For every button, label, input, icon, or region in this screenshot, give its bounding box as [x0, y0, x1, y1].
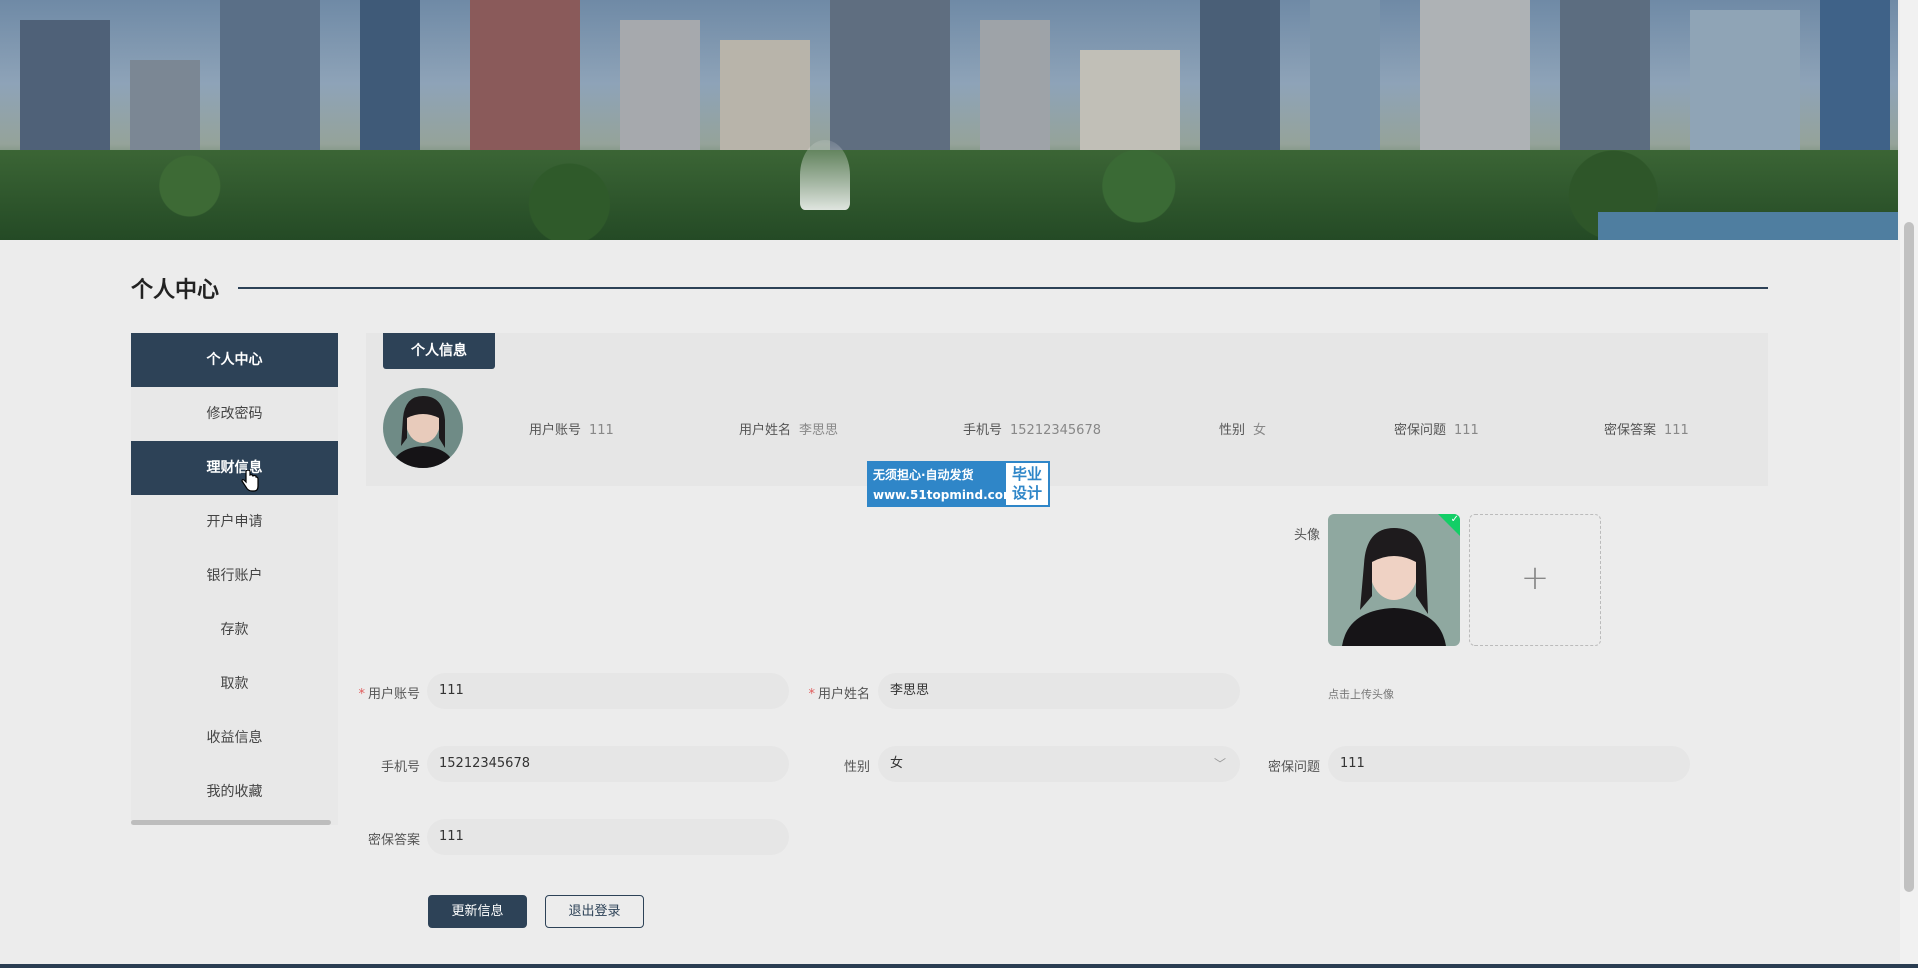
page-scrollbar[interactable] [1900, 0, 1918, 968]
page-title: 个人中心 [131, 278, 220, 303]
phone-field-label: 手机号 [380, 760, 420, 775]
watermark-line2: www.51topmind.com [873, 488, 1016, 502]
title-divider [238, 287, 1768, 289]
sidebar-item-deposit[interactable]: 存款 [131, 603, 338, 657]
hand-cursor-icon [241, 470, 259, 492]
phone-input[interactable]: 15212345678 [427, 746, 789, 782]
gender-select-value: 女 [890, 756, 904, 771]
info-phone-label: 手机号 [963, 423, 1003, 438]
sidebar-menu: 个人中心 修改密码 理财信息 开户申请 银行账户 存款 取款 收益信息 我的收藏 [131, 333, 338, 825]
info-question-label: 密保问题 [1394, 423, 1447, 438]
gender-select[interactable]: 女 ﹀ [878, 746, 1240, 782]
upload-success-icon: ✓ [1438, 514, 1460, 536]
name-input[interactable]: 李思思 [878, 673, 1240, 709]
watermark-right1: 毕业 [1011, 465, 1042, 483]
info-account-label: 用户账号 [529, 423, 582, 438]
sidebar-scrollbar[interactable] [131, 820, 331, 825]
info-account: 用户账号 111 [529, 419, 614, 438]
sidebar-item-bank-account[interactable]: 银行账户 [131, 549, 338, 603]
info-gender: 性别女 [1219, 419, 1266, 438]
answer-field-label: 密保答案 [367, 833, 420, 848]
info-answer-label: 密保答案 [1604, 423, 1657, 438]
sidebar-item-earnings[interactable]: 收益信息 [131, 711, 338, 765]
info-answer: 密保答案 111 [1604, 419, 1689, 438]
logout-button[interactable]: 退出登录 [545, 895, 644, 928]
account-field-label: * 用户账号 [358, 687, 420, 702]
watermark-badge: 无须担心·自动发货 www.51topmind.com 毕业 设计 [867, 461, 1050, 507]
security-answer-input[interactable]: 111 [427, 819, 789, 855]
personal-info-panel: 个人信息 用户账号 111 用户姓名 李思思 手机号 15212345678 性别女 … [366, 333, 1768, 486]
upload-plus-button[interactable]: + [1469, 514, 1601, 646]
scrollbar-thumb[interactable] [1904, 222, 1914, 892]
watermark-right2: 设计 [1011, 484, 1042, 502]
name-field-label: * 用户姓名 [808, 687, 870, 702]
info-phone-value: 15212345678 [1010, 423, 1101, 438]
gender-field-label: 性别 [843, 760, 870, 775]
avatar-label: 头像 [1293, 528, 1320, 543]
security-question-input[interactable]: 111 [1328, 746, 1690, 782]
chevron-down-icon: ﹀ [1213, 757, 1226, 771]
sidebar-item-account-application[interactable]: 开户申请 [131, 495, 338, 549]
sidebar-item-financial-info[interactable]: 理财信息 [131, 441, 338, 495]
avatar [383, 388, 463, 468]
info-name-label: 用户姓名 [739, 423, 792, 438]
info-gender-label: 性别 [1219, 423, 1246, 438]
info-name-value: 李思思 [799, 423, 839, 438]
uploaded-avatar-image[interactable]: ✓ [1328, 514, 1460, 646]
info-account-value: 111 [589, 423, 614, 438]
info-answer-value: 111 [1664, 423, 1689, 438]
watermark-line1: 无须担心·自动发货 [873, 468, 974, 482]
info-question-value: 111 [1454, 423, 1479, 438]
footer-bar [0, 964, 1918, 968]
sidebar-item-withdraw[interactable]: 取款 [131, 657, 338, 711]
info-name: 用户姓名 李思思 [739, 419, 838, 438]
update-info-button[interactable]: 更新信息 [428, 895, 527, 928]
info-phone: 手机号 15212345678 [963, 419, 1101, 438]
account-input[interactable]: 111 [427, 673, 789, 709]
sidebar-item-personal-center[interactable]: 个人中心 [131, 333, 338, 387]
question-field-label: 密保问题 [1267, 760, 1320, 775]
city-banner-image [0, 0, 1898, 240]
tab-personal-info[interactable]: 个人信息 [383, 333, 495, 369]
info-gender-value: 女 [1253, 423, 1267, 438]
sidebar-item-change-password[interactable]: 修改密码 [131, 387, 338, 441]
upload-tip: 点击上传头像 [1328, 688, 1394, 701]
info-question: 密保问题 111 [1394, 419, 1479, 438]
sidebar-item-favorites[interactable]: 我的收藏 [131, 765, 338, 819]
